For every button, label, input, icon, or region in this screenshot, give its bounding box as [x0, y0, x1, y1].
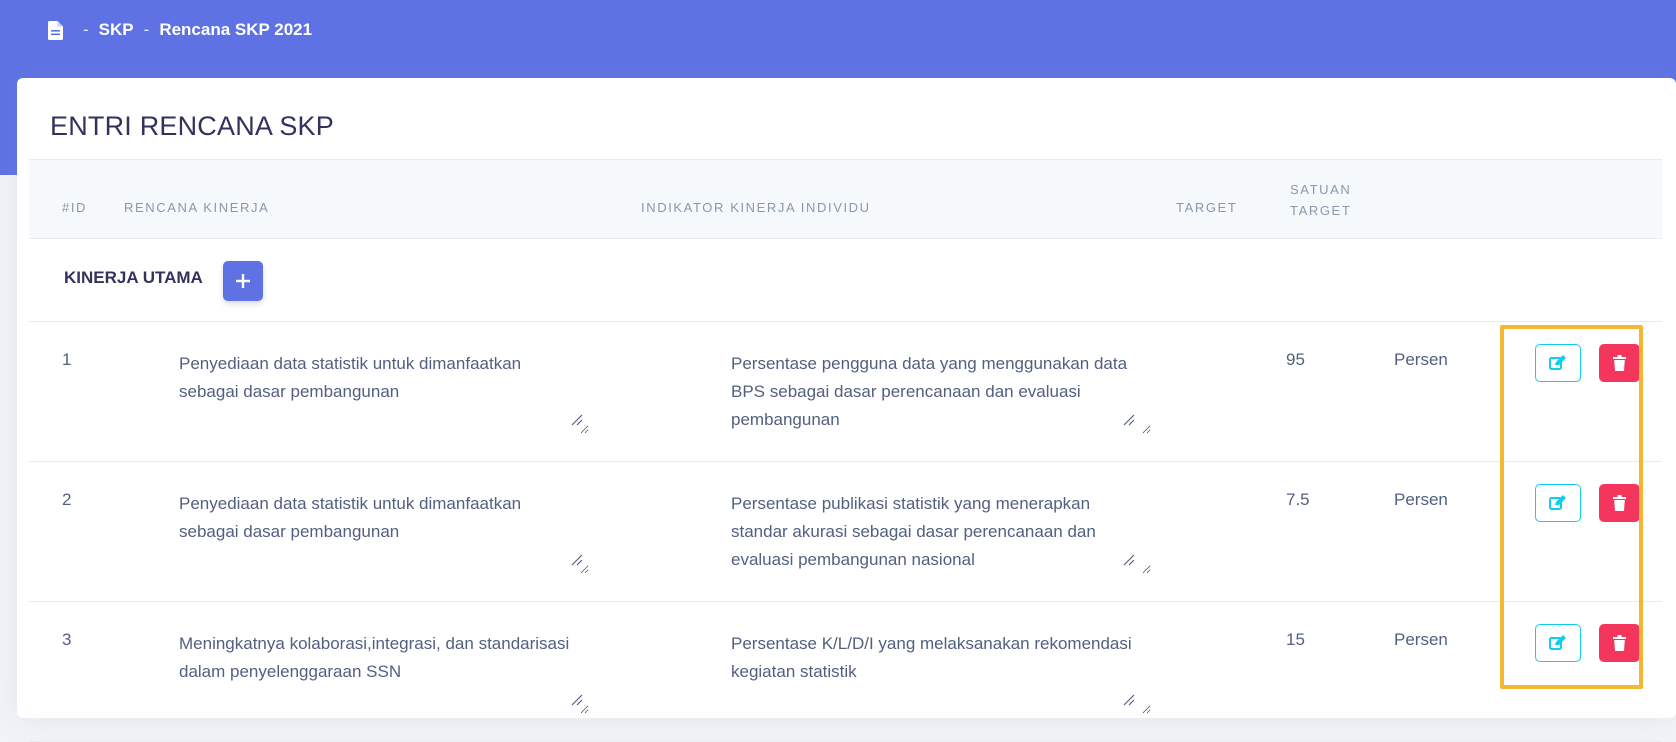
column-header-satuan: SATUAN TARGET: [1290, 179, 1351, 221]
indikator-kinerja-textarea[interactable]: Persentase K/L/D/I yang melaksanakan rek…: [721, 622, 1151, 714]
rencana-kinerja-textarea[interactable]: Penyediaan data statistik untuk dimanfaa…: [169, 342, 589, 434]
page-title: ENTRI RENCANA SKP: [50, 111, 334, 141]
indikator-kinerja-textarea[interactable]: Persentase publikasi statistik yang mene…: [721, 482, 1151, 574]
plus-icon: [236, 274, 250, 288]
row-id: 1: [62, 350, 72, 369]
target-value: 95: [1286, 350, 1305, 369]
table-row: 3 Meningkatnya kolaborasi,integrasi, dan…: [29, 602, 1662, 742]
target-value: 15: [1286, 630, 1305, 649]
table-row: 1 Penyediaan data statistik untuk dimanf…: [29, 322, 1662, 462]
rencana-kinerja-textarea[interactable]: Meningkatnya kolaborasi,integrasi, dan s…: [169, 622, 589, 714]
indikator-kinerja-textarea[interactable]: Persentase pengguna data yang menggunaka…: [721, 342, 1151, 434]
section-label: KINERJA UTAMA: [64, 268, 203, 287]
breadcrumb-separator: -: [143, 20, 150, 39]
resize-handle-icon[interactable]: [1123, 694, 1135, 706]
actions-highlight-box: [1500, 325, 1643, 689]
breadcrumb-separator: -: [83, 20, 89, 39]
resize-handle-icon[interactable]: [1123, 414, 1135, 426]
row-id: 2: [62, 490, 72, 509]
column-header-satuan-line1: SATUAN: [1290, 182, 1352, 197]
table-row: 2 Penyediaan data statistik untuk dimanf…: [29, 462, 1662, 602]
resize-handle-icon[interactable]: [571, 414, 583, 426]
satuan-value: Persen: [1394, 350, 1448, 369]
add-kinerja-button[interactable]: [223, 261, 263, 301]
row-id: 3: [62, 630, 72, 649]
column-header-rencana: RENCANA KINERJA: [124, 200, 270, 215]
breadcrumb: - SKP - Rencana SKP 2021: [48, 18, 312, 42]
column-header-id: #ID: [62, 200, 88, 215]
table-header: #ID RENCANA KINERJA INDIKATOR KINERJA IN…: [29, 159, 1662, 239]
target-value: 7.5: [1286, 490, 1310, 509]
file-icon: [48, 20, 63, 40]
resize-handle-icon[interactable]: [571, 694, 583, 706]
breadcrumb-current: Rencana SKP 2021: [159, 20, 313, 39]
section-row-kinerja-utama: KINERJA UTAMA: [29, 239, 1662, 322]
rencana-kinerja-textarea[interactable]: Penyediaan data statistik untuk dimanfaa…: [169, 482, 589, 574]
entri-card: ENTRI RENCANA SKP #ID RENCANA KINERJA IN…: [17, 78, 1676, 742]
column-header-indikator: INDIKATOR KINERJA INDIVIDU: [641, 200, 871, 215]
column-header-satuan-line2: TARGET: [1290, 203, 1352, 218]
column-header-target: TARGET: [1176, 200, 1238, 215]
satuan-value: Persen: [1394, 630, 1448, 649]
satuan-value: Persen: [1394, 490, 1448, 509]
resize-handle-icon[interactable]: [571, 554, 583, 566]
resize-handle-icon[interactable]: [1123, 554, 1135, 566]
breadcrumb-skp-link[interactable]: SKP: [99, 20, 134, 40]
